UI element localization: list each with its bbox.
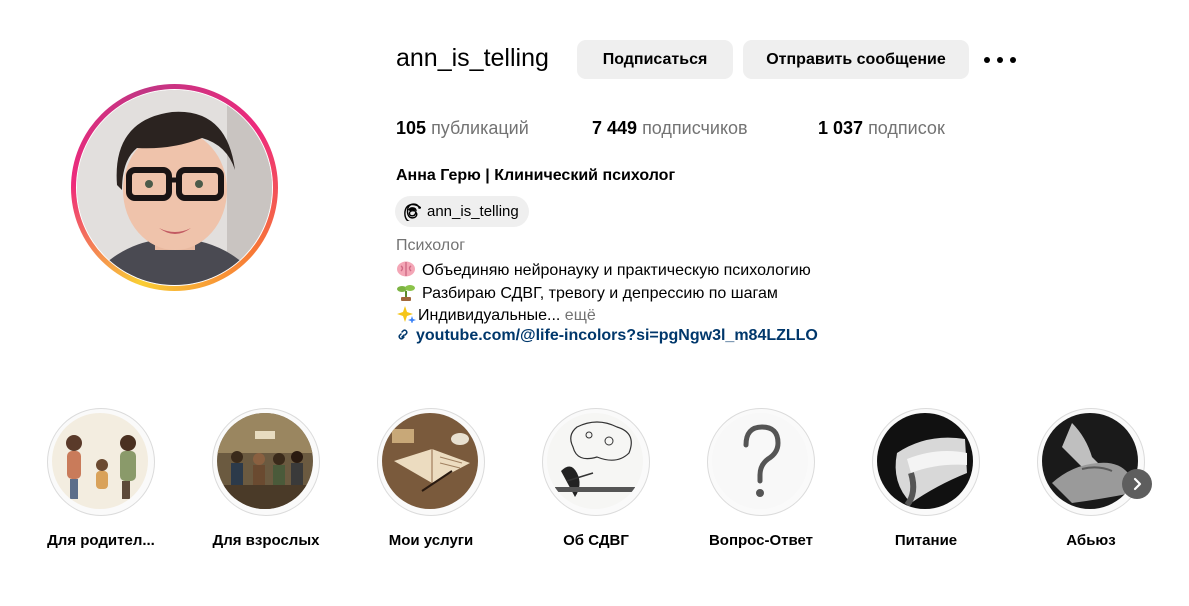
bio-line-3: Индивидуальные... ещё bbox=[396, 305, 596, 325]
posts-label: публикаций bbox=[431, 118, 529, 138]
threads-badge[interactable]: ann_is_telling bbox=[395, 196, 529, 227]
highlight-label: Вопрос-Ответ bbox=[708, 532, 814, 549]
highlight-label: Об СДВГ bbox=[563, 532, 629, 549]
threads-icon bbox=[404, 202, 421, 221]
bio-line-2: Разбираю СДВГ, тревогу и депрессию по ша… bbox=[396, 283, 778, 303]
avatar-photo bbox=[77, 90, 272, 285]
followers-count: 7 449 bbox=[592, 118, 638, 138]
bio-more-link[interactable]: ещё bbox=[565, 307, 596, 324]
highlight-cover-nutrition bbox=[877, 413, 973, 509]
highlight-cover-parents bbox=[52, 413, 148, 509]
highlights-next-button[interactable] bbox=[1122, 469, 1152, 499]
username: ann_is_telling bbox=[396, 44, 549, 72]
category-label: Психолог bbox=[396, 237, 466, 254]
seedling-emoji-icon bbox=[397, 285, 415, 301]
highlight-cover-abuse bbox=[1042, 413, 1138, 509]
external-link[interactable]: youtube.com/@life-incolors?si=pgNgw3l_m8… bbox=[396, 327, 818, 345]
bio-text-2: Разбираю СДВГ, тревогу и депрессию по ша… bbox=[422, 285, 778, 302]
highlight-cover-adhd bbox=[547, 413, 643, 509]
bio-line-1: Объединяю нейронауку и практическую псих… bbox=[396, 260, 811, 280]
following-count: 1 037 bbox=[818, 118, 864, 138]
highlight-label: Питание bbox=[894, 532, 958, 549]
send-message-button[interactable]: Отправить сообщение bbox=[743, 40, 969, 79]
profile-avatar[interactable] bbox=[71, 84, 278, 291]
followers-stat[interactable]: 7 449 подписчиков bbox=[592, 118, 748, 139]
following-label: подписок bbox=[868, 118, 945, 138]
highlight-label: Для взрослых bbox=[212, 532, 320, 549]
more-horizontal-icon[interactable] bbox=[984, 48, 1016, 72]
chevron-right-icon bbox=[1133, 477, 1142, 491]
highlight-cover-services bbox=[382, 413, 478, 509]
highlight-label: Для родител... bbox=[47, 532, 155, 549]
bio-text-3: Индивидуальные... bbox=[418, 307, 561, 324]
sparkles-emoji-icon bbox=[397, 306, 416, 323]
external-link-text: youtube.com/@life-incolors?si=pgNgw3l_m8… bbox=[416, 327, 818, 344]
link-icon bbox=[398, 329, 408, 340]
brain-emoji-icon bbox=[397, 261, 415, 277]
followers-label: подписчиков bbox=[642, 118, 748, 138]
following-stat[interactable]: 1 037 подписок bbox=[818, 118, 945, 139]
full-name: Анна Герю | Клинический психолог bbox=[396, 167, 676, 184]
highlight-label: Абьюз bbox=[1066, 532, 1116, 549]
bio-text-1: Объединяю нейронауку и практическую псих… bbox=[422, 262, 811, 279]
posts-stat: 105 публикаций bbox=[396, 118, 529, 139]
posts-count: 105 bbox=[396, 118, 427, 138]
threads-handle: ann_is_telling bbox=[427, 203, 519, 220]
highlight-cover-qa bbox=[712, 413, 808, 509]
highlight-cover-adults bbox=[217, 413, 313, 509]
follow-button[interactable]: Подписаться bbox=[577, 40, 733, 79]
highlight-label: Мои услуги bbox=[388, 532, 474, 549]
